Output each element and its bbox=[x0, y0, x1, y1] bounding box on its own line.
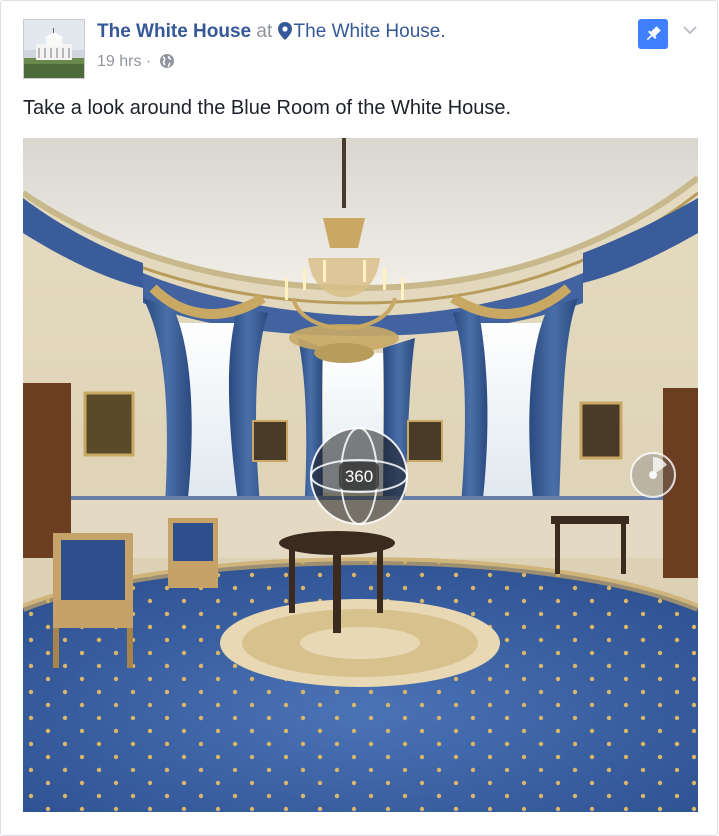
pin-post-button[interactable] bbox=[638, 19, 668, 49]
post-card: The White House at The White House. 19 h… bbox=[0, 0, 718, 836]
post-header: The White House at The White House. bbox=[97, 21, 446, 46]
page-avatar[interactable] bbox=[23, 19, 85, 79]
post-options-menu[interactable] bbox=[681, 21, 699, 39]
location-pin-icon bbox=[277, 22, 292, 46]
at-word: at bbox=[256, 21, 273, 42]
post-meta: 19 hrs · bbox=[97, 53, 175, 74]
post-text: Take a look around the Blue Room of the … bbox=[23, 97, 512, 119]
compass-control[interactable] bbox=[629, 451, 677, 499]
view-360-badge[interactable]: 360 bbox=[309, 426, 409, 526]
badge-360-label: 360 bbox=[345, 467, 373, 486]
globe-icon[interactable] bbox=[159, 53, 175, 74]
compass-icon bbox=[630, 452, 676, 498]
meta-separator: · bbox=[145, 53, 152, 70]
globe-360-icon: 360 bbox=[310, 427, 408, 525]
location-link[interactable]: The White House. bbox=[294, 21, 446, 42]
chevron-down-icon bbox=[683, 26, 697, 35]
pushpin-icon bbox=[646, 26, 661, 41]
page-name-link[interactable]: The White House bbox=[97, 21, 251, 42]
post-timestamp[interactable]: 19 hrs bbox=[97, 53, 141, 70]
white-house-avatar bbox=[24, 20, 84, 78]
